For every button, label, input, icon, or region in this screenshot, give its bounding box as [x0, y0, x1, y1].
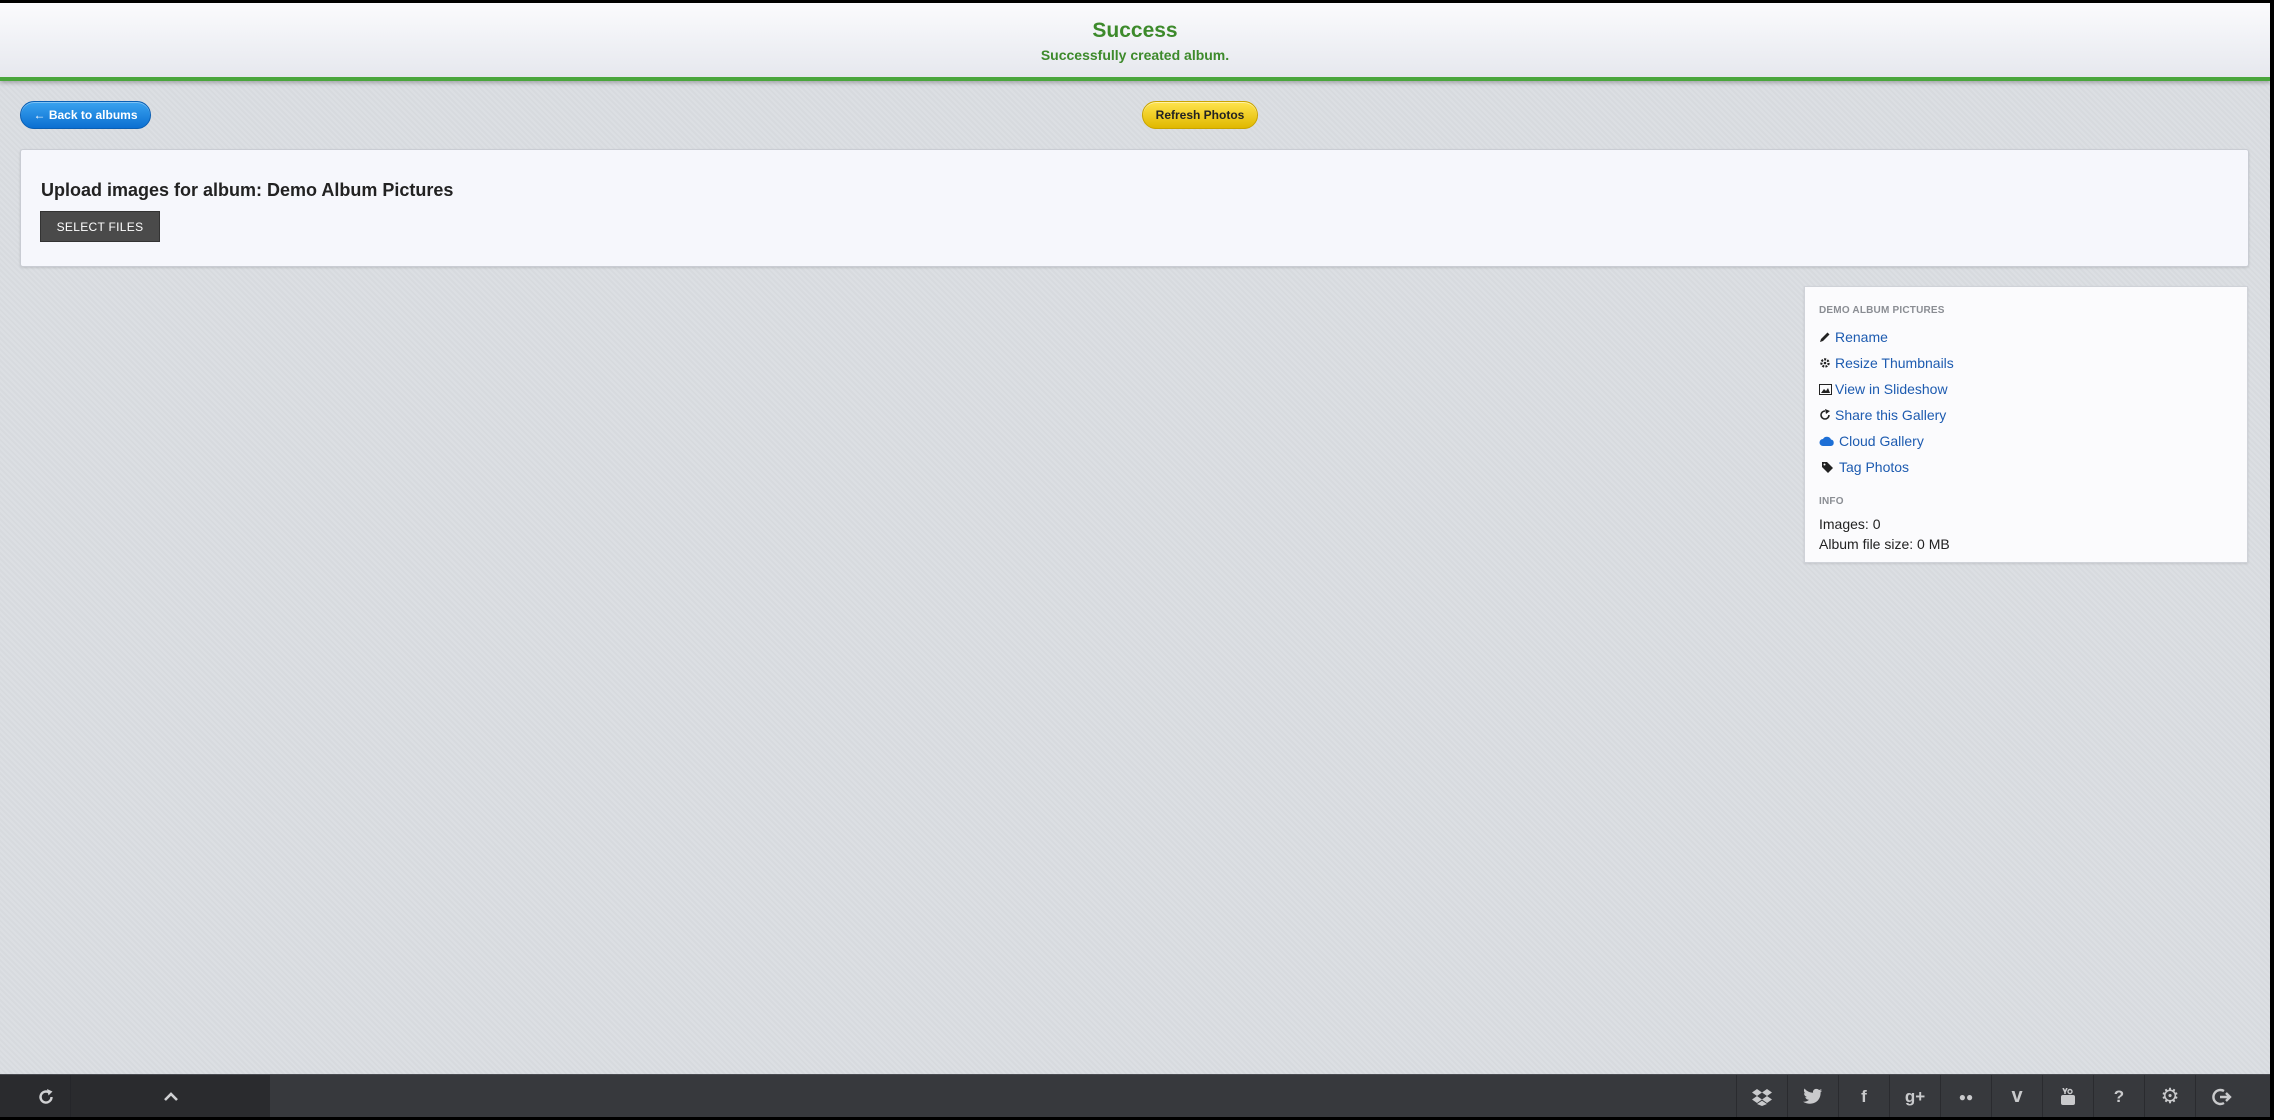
images-count: Images: 0 — [1819, 516, 1881, 532]
youtube-icon[interactable] — [2042, 1075, 2093, 1117]
cloud-icon — [1818, 434, 1836, 448]
gear-icon — [1818, 356, 1832, 370]
vimeo-icon[interactable]: v — [1991, 1075, 2042, 1117]
album-file-size: Album file size: 0 MB — [1819, 536, 1950, 552]
facebook-icon[interactable]: f — [1838, 1075, 1889, 1117]
share-icon — [1818, 408, 1832, 422]
image-icon — [1818, 382, 1832, 396]
tag-icon — [1818, 460, 1836, 474]
help-icon[interactable]: ? — [2093, 1075, 2144, 1117]
back-to-albums-button[interactable]: ← Back to albums — [20, 101, 151, 129]
twitter-icon[interactable] — [1787, 1075, 1838, 1117]
refresh-photos-button[interactable]: Refresh Photos — [1142, 101, 1258, 129]
tag-photos-link[interactable]: Tag Photos — [1818, 458, 1909, 476]
cloud-gallery-label: Cloud Gallery — [1839, 433, 1924, 449]
upload-panel: Upload images for album: Demo Album Pict… — [20, 149, 2249, 267]
dropbox-icon[interactable] — [1736, 1075, 1787, 1117]
resize-thumbnails-link[interactable]: Resize Thumbnails — [1818, 354, 1954, 372]
album-name-heading: DEMO ALBUM PICTURES — [1819, 305, 1945, 316]
pencil-icon — [1818, 330, 1832, 344]
tag-photos-label: Tag Photos — [1839, 459, 1910, 475]
view-slideshow-label: View in Slideshow — [1835, 381, 1948, 397]
resize-thumbnails-label: Resize Thumbnails — [1835, 355, 1954, 371]
upload-title: Upload images for album: Demo Album Pict… — [41, 180, 454, 200]
settings-gear-icon[interactable]: ⚙ — [2144, 1075, 2195, 1117]
rename-label: Rename — [1835, 329, 1888, 345]
share-gallery-link[interactable]: Share this Gallery — [1818, 406, 1946, 424]
refresh-icon[interactable] — [22, 1075, 70, 1117]
flickr-icon[interactable]: ●● — [1940, 1075, 1991, 1117]
google-plus-icon[interactable]: g+ — [1889, 1075, 1940, 1117]
app-window: Success Successfully created album. ← Ba… — [0, 3, 2270, 1117]
info-heading: INFO — [1819, 496, 1844, 507]
rename-link[interactable]: Rename — [1818, 328, 1888, 346]
banner-title: Success — [1092, 19, 1178, 42]
share-gallery-label: Share this Gallery — [1835, 407, 1947, 423]
bottom-bar: f g+ ●● v ? ⚙ — [0, 1074, 2270, 1117]
select-files-button[interactable]: SELECT FILES — [40, 211, 160, 242]
banner-message: Successfully created album. — [1040, 47, 1230, 63]
success-banner: Success Successfully created album. — [0, 3, 2270, 81]
album-sidebar: DEMO ALBUM PICTURES Rename Resize Thumbn… — [1804, 286, 2248, 563]
view-slideshow-link[interactable]: View in Slideshow — [1818, 380, 1948, 398]
cloud-gallery-link[interactable]: Cloud Gallery — [1818, 432, 1924, 450]
logout-icon[interactable] — [2195, 1075, 2247, 1117]
chevron-up-icon[interactable] — [70, 1075, 270, 1117]
